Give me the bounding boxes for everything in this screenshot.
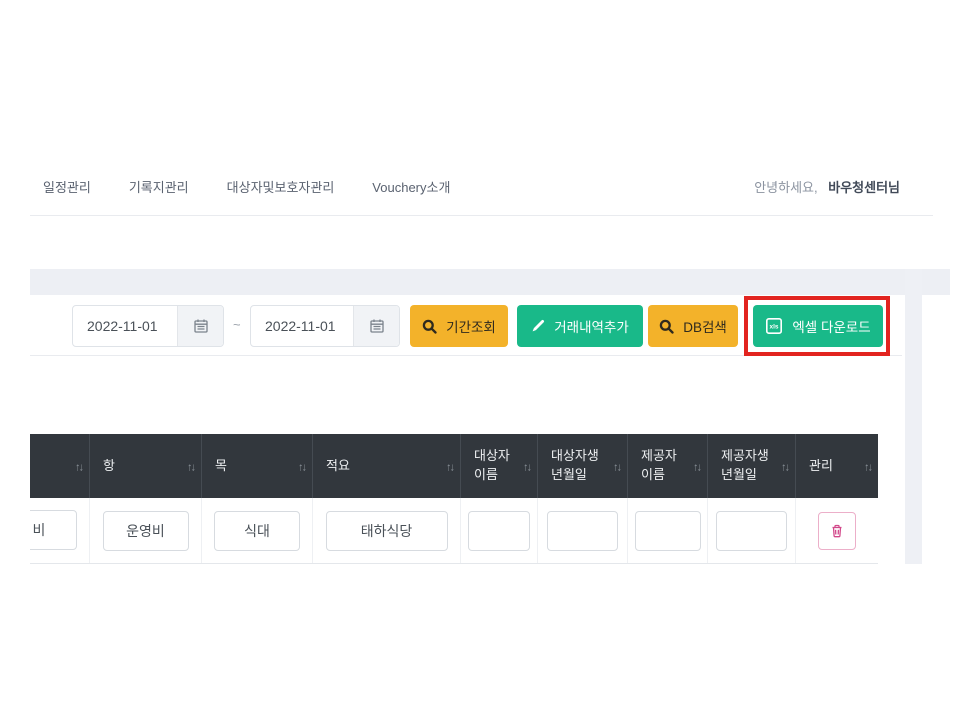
nav-item-schedule[interactable]: 일정관리	[43, 177, 91, 196]
cell-manage	[796, 498, 878, 563]
sort-icon[interactable]: ↑↓	[446, 461, 455, 477]
nav-item-records[interactable]: 기록지관리	[129, 177, 189, 196]
user-greeting: 안녕하세요, 바우청센터님	[754, 177, 900, 196]
header-cell-hang[interactable]: 항 ↑↓	[90, 434, 202, 498]
header-cell-provider-name[interactable]: 제공자 이름 ↑↓	[628, 434, 708, 498]
search-icon	[659, 319, 674, 334]
trash-icon	[832, 524, 842, 537]
header-cell-jeokyo[interactable]: 적요 ↑↓	[313, 434, 461, 498]
nav-item-subjects-guardians[interactable]: 대상자및보호자관리	[227, 177, 335, 196]
cell-mok	[202, 498, 313, 563]
cell-target-name	[461, 498, 538, 563]
date-from-input[interactable]	[73, 306, 177, 346]
header-cell-clipped[interactable]: ↑↓	[30, 434, 90, 498]
date-to-group	[250, 305, 400, 347]
date-to-input[interactable]	[251, 306, 353, 346]
calendar-icon	[193, 319, 208, 333]
nav-item-vouchery-intro[interactable]: Vouchery소개	[372, 177, 450, 196]
date-range-separator: ~	[233, 317, 241, 332]
provider-birth-input[interactable]	[716, 510, 787, 551]
excel-file-icon: xls	[766, 317, 783, 334]
filter-divider	[30, 355, 902, 356]
excel-download-button[interactable]: xls 엑셀 다운로드	[753, 305, 883, 347]
provider-name-input[interactable]	[634, 510, 701, 551]
sort-icon[interactable]: ↑↓	[781, 461, 790, 477]
table-header-row: ↑↓ 항 ↑↓ 목 ↑↓ 적요 ↑↓ 대상자 이름 ↑↓ 대상자생 년월일 ↑↓	[30, 434, 878, 498]
header-cell-provider-birth[interactable]: 제공자생 년월일 ↑↓	[708, 434, 796, 498]
panel-top-band	[30, 269, 950, 295]
period-search-label: 기간조회	[446, 320, 496, 335]
sort-icon[interactable]: ↑↓	[613, 461, 622, 477]
jeokyo-input[interactable]	[325, 510, 448, 551]
excel-download-label: 엑셀 다운로드	[792, 320, 871, 335]
target-birth-input[interactable]	[547, 510, 618, 551]
right-scroll-rail[interactable]	[905, 269, 922, 564]
db-search-button[interactable]: DB검색	[648, 305, 738, 347]
user-name: 바우청센터님	[828, 180, 900, 195]
search-icon	[422, 319, 437, 334]
delete-row-button[interactable]	[818, 511, 856, 550]
app-screen: 일정관리 기록지관리 대상자및보호자관리 Vouchery소개 안녕하세요, 바…	[0, 0, 960, 720]
date-from-group	[72, 305, 224, 347]
top-nav: 일정관리 기록지관리 대상자및보호자관리 Vouchery소개	[43, 177, 450, 196]
calendar-icon	[369, 319, 384, 333]
hang-input[interactable]	[102, 510, 189, 551]
sort-icon[interactable]: ↑↓	[523, 461, 532, 477]
cell-provider-birth	[708, 498, 796, 563]
table-row	[30, 498, 878, 564]
sort-icon[interactable]: ↑↓	[864, 461, 873, 477]
header-cell-mok[interactable]: 목 ↑↓	[202, 434, 313, 498]
date-to-calendar-button[interactable]	[353, 306, 399, 346]
sort-icon[interactable]: ↑↓	[187, 461, 196, 477]
cell-target-birth	[538, 498, 628, 563]
greeting-text: 안녕하세요,	[754, 180, 818, 195]
add-transaction-button[interactable]: 거래내역추가	[517, 305, 643, 347]
sort-icon[interactable]: ↑↓	[75, 461, 84, 477]
svg-text:xls: xls	[770, 324, 779, 331]
date-from-calendar-button[interactable]	[177, 306, 223, 346]
target-name-input[interactable]	[468, 510, 530, 551]
sort-icon[interactable]: ↑↓	[693, 461, 702, 477]
cell-jeokyo	[313, 498, 461, 563]
header-cell-target-name[interactable]: 대상자 이름 ↑↓	[461, 434, 538, 498]
header-cell-target-birth[interactable]: 대상자생 년월일 ↑↓	[538, 434, 628, 498]
sort-icon[interactable]: ↑↓	[298, 461, 307, 477]
db-search-label: DB검색	[683, 320, 727, 335]
cell-provider-name	[628, 498, 708, 563]
header-cell-manage[interactable]: 관리 ↑↓	[796, 434, 878, 498]
period-search-button[interactable]: 기간조회	[410, 305, 508, 347]
transactions-table: ↑↓ 항 ↑↓ 목 ↑↓ 적요 ↑↓ 대상자 이름 ↑↓ 대상자생 년월일 ↑↓	[30, 434, 878, 564]
cell-hang	[90, 498, 202, 563]
cell-clipped	[30, 498, 90, 563]
clipped-input[interactable]	[30, 510, 77, 550]
pencil-icon	[532, 319, 545, 332]
add-transaction-label: 거래내역추가	[554, 320, 629, 335]
nav-divider	[30, 215, 933, 216]
mok-input[interactable]	[214, 510, 300, 551]
